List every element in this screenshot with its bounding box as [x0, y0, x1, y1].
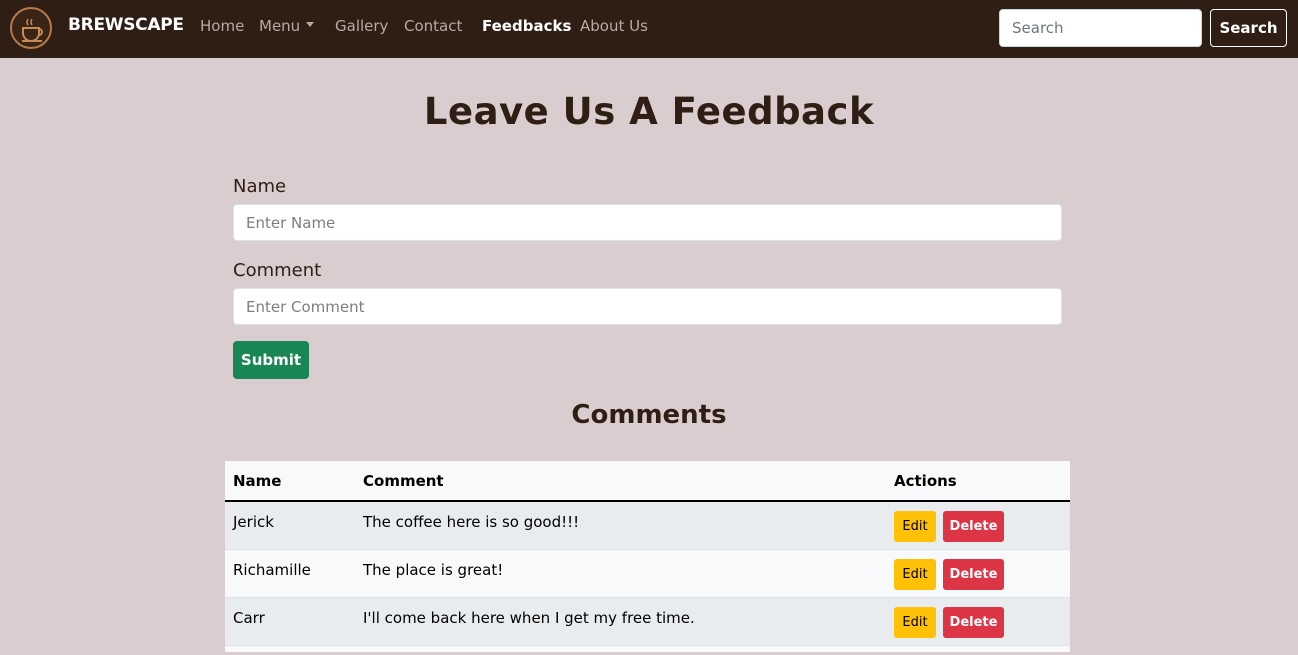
- chevron-down-icon: [306, 22, 315, 27]
- submit-button[interactable]: Submit: [233, 341, 309, 379]
- row-name: Jerick: [233, 513, 274, 531]
- nav-item-gallery[interactable]: Gallery: [335, 17, 388, 35]
- edit-button[interactable]: Edit: [894, 511, 936, 542]
- comment-label: Comment: [233, 260, 322, 281]
- delete-button[interactable]: Delete: [943, 559, 1004, 590]
- comments-title: Comments: [571, 400, 727, 430]
- name-label: Name: [233, 176, 287, 197]
- table-row: Jerick The coffee here is so good!!! Edi…: [225, 502, 1070, 550]
- nav-item-home[interactable]: Home: [200, 17, 244, 35]
- comment-field[interactable]: [233, 288, 1062, 325]
- nav-item-menu-label: Menu: [259, 17, 301, 35]
- nav-item-menu[interactable]: Menu: [259, 17, 315, 35]
- edit-button[interactable]: Edit: [894, 607, 936, 638]
- search-button[interactable]: Search: [1210, 9, 1287, 47]
- comments-table: Name Comment Actions Jerick The coffee h…: [225, 461, 1070, 652]
- top-navbar: BREWSCAPE Home Menu Gallery Contact Feed…: [0, 0, 1298, 58]
- delete-button[interactable]: Delete: [943, 607, 1004, 638]
- table-row: Carr I'll come back here when I get my f…: [225, 598, 1070, 646]
- brand-name[interactable]: BREWSCAPE: [68, 15, 184, 35]
- table-row: Richamille The place is great! Edit Dele…: [225, 550, 1070, 598]
- nav-item-feedbacks[interactable]: Feedbacks: [482, 17, 571, 35]
- search-input[interactable]: [999, 9, 1202, 47]
- row-comment: The coffee here is so good!!!: [363, 513, 580, 531]
- edit-button[interactable]: Edit: [894, 559, 936, 590]
- row-name: Richamille: [233, 561, 311, 579]
- column-header-actions: Actions: [894, 472, 957, 490]
- page-title: Leave Us A Feedback: [423, 90, 875, 133]
- table-header: Name Comment Actions: [225, 461, 1070, 502]
- row-comment: I'll come back here when I get my free t…: [363, 609, 695, 627]
- column-header-name: Name: [233, 472, 282, 490]
- column-header-comment: Comment: [363, 472, 444, 490]
- nav-item-about-us[interactable]: About Us: [580, 17, 648, 35]
- coffee-cup-icon[interactable]: [10, 7, 52, 49]
- row-comment: The place is great!: [363, 561, 504, 579]
- nav-item-contact[interactable]: Contact: [404, 17, 462, 35]
- table-row-partial: [225, 646, 1070, 652]
- row-name: Carr: [233, 609, 265, 627]
- name-field[interactable]: [233, 204, 1062, 241]
- delete-button[interactable]: Delete: [943, 511, 1004, 542]
